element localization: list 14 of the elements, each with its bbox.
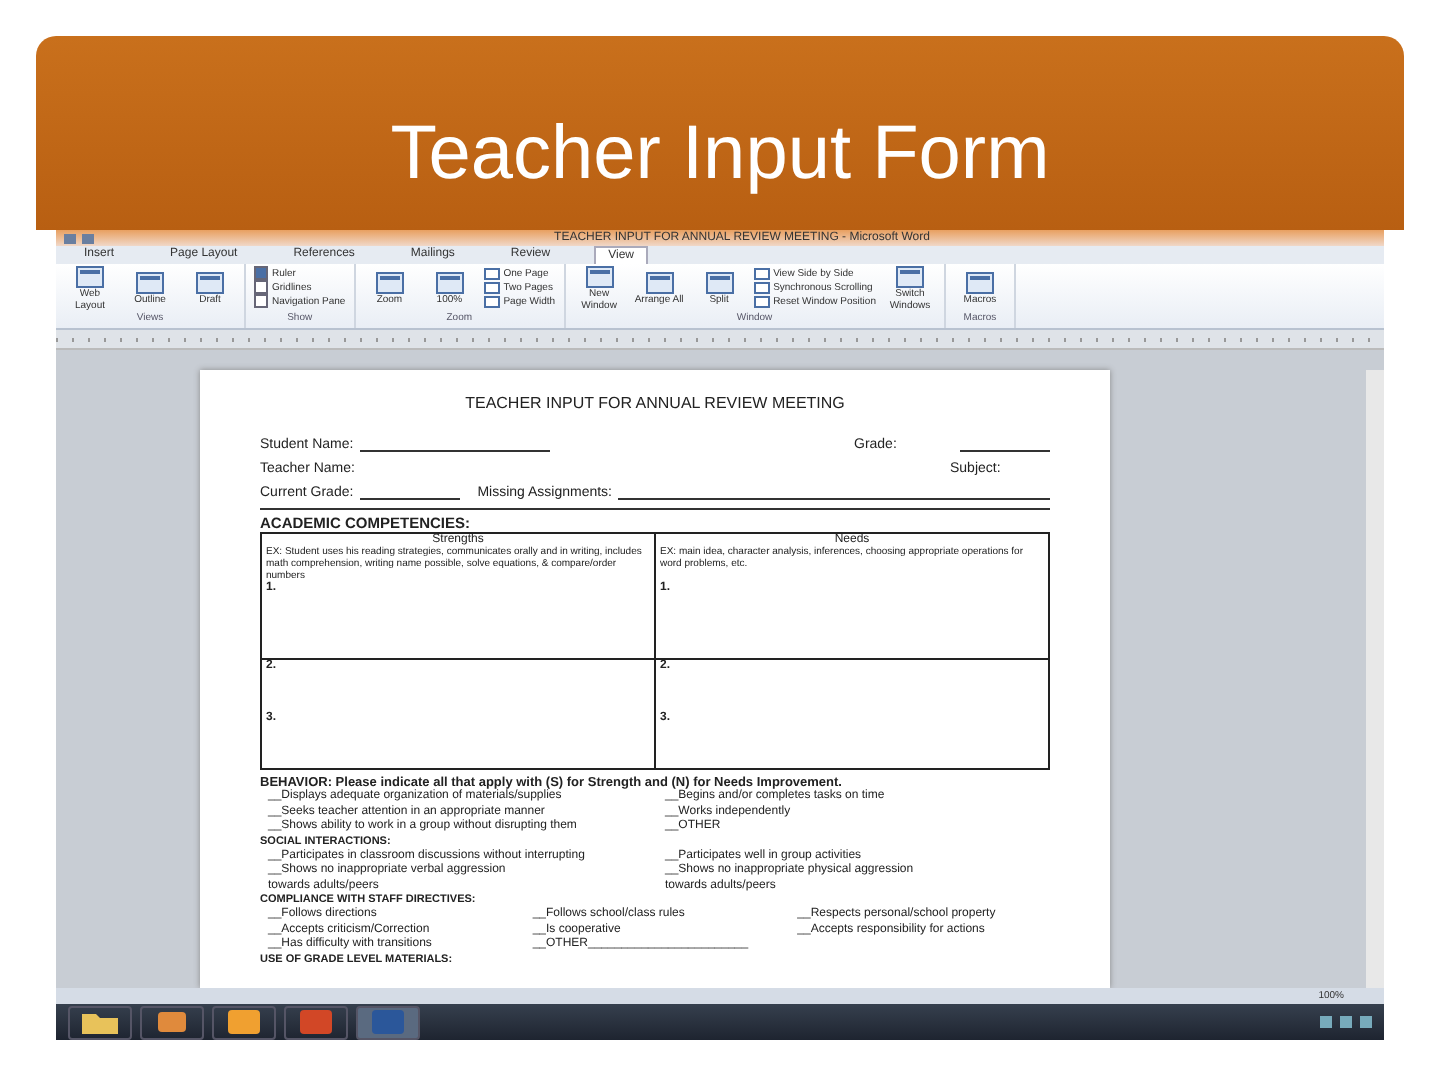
window-icon	[645, 272, 674, 294]
window-icon	[705, 272, 734, 294]
window-icon	[435, 272, 464, 294]
checkbox[interactable]	[254, 294, 268, 308]
window-icon	[375, 272, 404, 294]
checkbox[interactable]	[254, 266, 268, 280]
document-heading: TEACHER INPUT FOR ANNUAL REVIEW MEETING	[463, 394, 847, 412]
window-icon	[965, 272, 994, 294]
folder-icon[interactable]	[68, 1005, 132, 1039]
checkbox[interactable]	[254, 280, 268, 294]
scroll-bar[interactable]	[1366, 370, 1384, 988]
slide-title: Teacher Input Form	[390, 112, 1050, 198]
window-icon	[136, 272, 164, 294]
window-icon	[196, 272, 224, 294]
